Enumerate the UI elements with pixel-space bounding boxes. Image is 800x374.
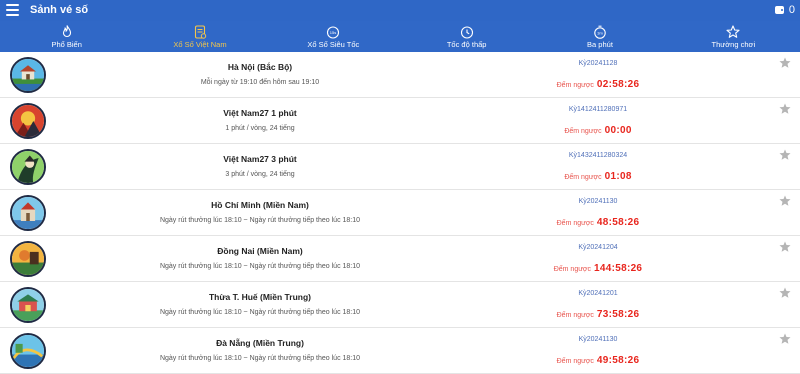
lottery-row-dong-nai[interactable]: Đồng Nai (Miền Nam) Ngày rút thưởng lúc … [0,236,800,282]
app-title: Sảnh vé số [30,4,89,16]
countdown-label: Đếm ngược [556,220,594,227]
lottery-schedule: Ngày rút thưởng lúc 18:10 ~ Ngày rút thư… [159,309,361,316]
tab-label: Phổ Biến [51,40,82,49]
tab-pho-bien[interactable]: Phổ Biến [0,21,133,52]
countdown-time: 49:58:26 [596,355,640,366]
lottery-name: Việt Nam27 3 phút [223,154,297,164]
tab-xo-so-sieu-toc[interactable]: 15s Xổ Số Siêu Tốc [267,21,400,52]
countdown-label: Đếm ngược [556,82,594,89]
tab-ba-phut[interactable]: 3m Ba phút [533,21,666,52]
countdown-time: 144:58:26 [594,263,643,274]
tab-toc-do-thap[interactable]: Tốc độ thấp [400,21,533,52]
category-tabs: Phổ Biến Xổ Số Việt Nam 15s Xổ Số Siêu T… [0,21,800,52]
svg-text:3m: 3m [597,31,603,36]
lottery-name: Đồng Nai (Miền Nam) [217,246,303,256]
wallet-balance: 0 [788,4,795,16]
countdown-time: 01:08 [604,171,632,182]
lottery-row-viet-nam-1-phut[interactable]: Việt Nam27 1 phút 1 phút / vòng, 24 tiến… [0,98,800,144]
top-bar: Sảnh vé số 0 [0,0,800,21]
period-number: Kỳ1432411280324 [568,152,628,159]
ticket-icon [192,24,208,40]
countdown-label: Đếm ngược [564,128,602,135]
wallet-icon [774,6,784,14]
period-number: Kỳ20241128 [578,60,618,67]
countdown: Đếm ngược 01:08 [508,166,688,184]
tab-label: Ba phút [587,40,613,49]
favorite-star-icon[interactable] [779,57,791,69]
countdown-label: Đếm ngược [556,312,594,319]
gauge-icon: 15s [325,24,341,40]
ha-noi-avatar [10,57,46,93]
tab-label: Xổ Số Siêu Tốc [307,40,360,49]
favorite-star-icon[interactable] [779,195,791,207]
countdown-time: 02:58:26 [596,79,640,90]
lottery-schedule: Ngày rút thưởng lúc 18:10 ~ Ngày rút thư… [159,217,361,224]
lottery-name: Thừa T. Huế (Miền Trung) [208,292,311,302]
tab-label: Xổ Số Việt Nam [173,40,227,49]
countdown-label: Đếm ngược [564,174,602,181]
tab-label: Tốc độ thấp [446,40,487,49]
ho-chi-minh-avatar [10,195,46,231]
countdown: Đếm ngược 00:00 [508,120,688,138]
lottery-name: Hà Nội (Bắc Bộ) [227,62,293,72]
lottery-row-viet-nam-3-phut[interactable]: Việt Nam27 3 phút 3 phút / vòng, 24 tiến… [0,144,800,190]
lottery-name: Hồ Chí Minh (Miền Nam) [211,200,309,210]
countdown-label: Đếm ngược [553,266,591,273]
star-outline-icon [725,24,741,40]
menu-icon[interactable] [6,4,19,17]
viet-nam-1-phut-avatar [10,103,46,139]
wallet[interactable]: 0 [774,4,795,16]
countdown: Đếm ngược 02:58:26 [508,74,688,92]
lottery-row-ha-noi[interactable]: Hà Nội (Bắc Bộ) Mỗi ngày từ 19:10 đến hô… [0,52,800,98]
period-number: Kỳ20241204 [578,244,618,251]
viet-nam-3-phut-avatar [10,149,46,185]
tab-label: Thường chơi [711,40,756,49]
period-number: Kỳ20241201 [578,290,618,297]
thua-thien-hue-avatar [10,287,46,323]
lottery-schedule: Ngày rút thưởng lúc 18:10 ~ Ngày rút thư… [159,263,361,270]
flame-icon [59,24,75,40]
favorite-star-icon[interactable] [779,241,791,253]
lottery-row-thua-thien-hue[interactable]: Thừa T. Huế (Miền Trung) Ngày rút thưởng… [0,282,800,328]
timer-icon: 3m [592,24,608,40]
favorite-star-icon[interactable] [779,333,791,345]
lottery-schedule: 3 phút / vòng, 24 tiếng [225,171,295,178]
countdown-time: 00:00 [604,125,632,136]
countdown: Đếm ngược 144:58:26 [508,258,688,276]
countdown: Đếm ngược 48:58:26 [508,212,688,230]
favorite-star-icon[interactable] [779,103,791,115]
da-nang-avatar [10,333,46,369]
lottery-schedule: Mỗi ngày từ 19:10 đến hôm sau 19:10 [200,79,320,86]
period-number: Kỳ1412411280971 [568,106,628,113]
favorite-star-icon[interactable] [779,287,791,299]
lottery-row-ho-chi-minh[interactable]: Hồ Chí Minh (Miền Nam) Ngày rút thưởng l… [0,190,800,236]
lottery-schedule: Ngày rút thưởng lúc 18:10 ~ Ngày rút thư… [159,355,361,362]
lottery-name: Đà Nẵng (Miền Trung) [216,338,304,348]
tab-xo-so-viet-nam[interactable]: Xổ Số Việt Nam [133,21,266,52]
lottery-list: Hà Nội (Bắc Bộ) Mỗi ngày từ 19:10 đến hô… [0,52,800,374]
period-number: Kỳ20241130 [578,198,618,205]
lottery-row-da-nang[interactable]: Đà Nẵng (Miền Trung) Ngày rút thưởng lúc… [0,328,800,374]
countdown-label: Đếm ngược [556,358,594,365]
period-number: Kỳ20241130 [578,336,618,343]
lottery-schedule: 1 phút / vòng, 24 tiếng [225,125,295,132]
countdown: Đếm ngược 73:58:26 [508,304,688,322]
clock-icon [459,24,475,40]
countdown-time: 48:58:26 [596,217,640,228]
tab-thuong-choi[interactable]: Thường chơi [667,21,800,52]
dong-nai-avatar [10,241,46,277]
favorite-star-icon[interactable] [779,149,791,161]
lottery-name: Việt Nam27 1 phút [223,108,297,118]
svg-text:15s: 15s [330,30,336,35]
countdown-time: 73:58:26 [596,309,640,320]
countdown: Đếm ngược 49:58:26 [508,350,688,368]
